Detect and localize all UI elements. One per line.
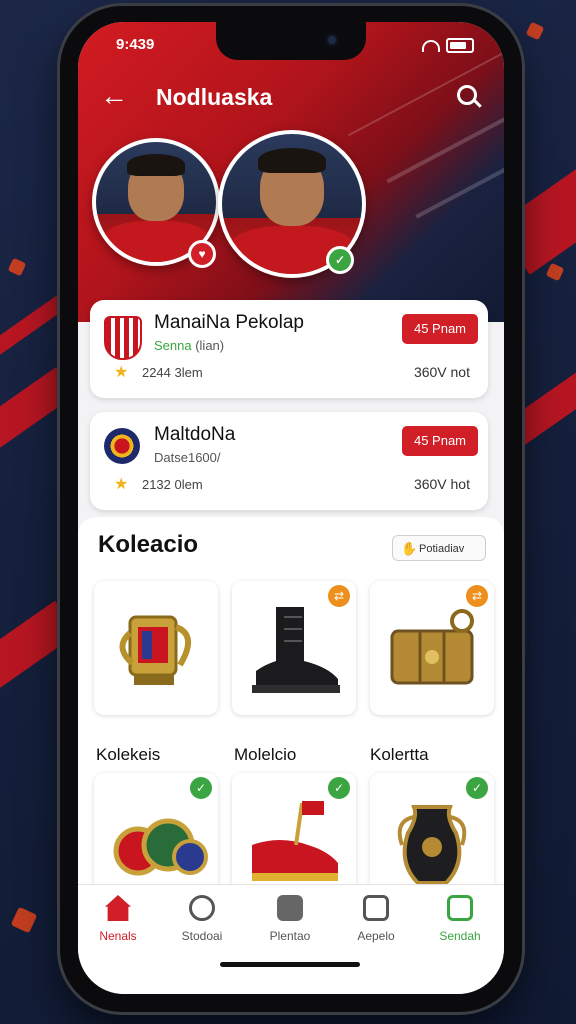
club-subtitle-suffix: (lian) bbox=[195, 338, 225, 353]
phone-frame: 9:439 ← Nodluaska ♥ ✓ ManaiNa Pekolap Se… bbox=[60, 6, 522, 1012]
tab-label: Stodoai bbox=[181, 929, 223, 943]
app-screen: 9:439 ← Nodluaska ♥ ✓ ManaiNa Pekolap Se… bbox=[78, 22, 504, 994]
back-button[interactable]: ← bbox=[98, 80, 130, 112]
badge-icon bbox=[189, 895, 215, 921]
avatar-hair bbox=[127, 154, 185, 176]
club-stat: ★ 2132 0lem bbox=[114, 474, 203, 494]
club-value: 360V hot bbox=[413, 476, 470, 492]
collection-item-label: Kolekeis bbox=[96, 745, 161, 764]
check-icon: ✓ bbox=[466, 777, 488, 799]
bg-decor bbox=[10, 906, 38, 934]
avatar-hair bbox=[258, 148, 326, 174]
club-action-button[interactable]: 45 Pnam bbox=[402, 426, 478, 456]
shop-icon bbox=[363, 895, 389, 921]
club-subtitle-suffix: 1600/ bbox=[187, 450, 221, 465]
search-button[interactable] bbox=[454, 82, 484, 112]
bg-decor bbox=[7, 257, 27, 277]
chart-icon bbox=[277, 895, 303, 921]
club-value: 360V not bbox=[413, 364, 470, 380]
bottom-tab-bar: Nenals Stodoai Plentao Aepelo Sendah bbox=[78, 884, 504, 994]
tab-plentao[interactable]: Plentao bbox=[250, 895, 330, 943]
club-subtitle: Senna (lian) bbox=[154, 338, 224, 353]
star-icon: ★ bbox=[114, 364, 129, 381]
badge-icon: ⇄ bbox=[328, 585, 350, 607]
home-indicator bbox=[220, 962, 360, 967]
tab-label: Sendah bbox=[439, 929, 481, 943]
club-stat-value: 2132 0lem bbox=[141, 477, 203, 492]
status-time: 9:439 bbox=[116, 36, 155, 53]
tab-label: Nenals bbox=[99, 929, 137, 943]
hero-decor bbox=[386, 104, 504, 184]
bg-decor bbox=[525, 21, 545, 41]
club-crest-icon bbox=[104, 428, 140, 464]
club-crest-icon bbox=[104, 316, 142, 360]
tab-label: Aepelo bbox=[357, 929, 395, 943]
club-stat: ★ 2244 3lem bbox=[114, 362, 203, 382]
collection-item-label: Kolertta bbox=[370, 745, 429, 764]
tab-stodoai[interactable]: Stodoai bbox=[162, 895, 242, 943]
club-subtitle: Datse1600/ bbox=[154, 450, 221, 465]
collection-filter-button[interactable]: ✋ Potiadiav bbox=[392, 535, 486, 561]
collection-section: Koleacio ✋ Potiadiav ⇄ ⇄ Kolekeis Molelc… bbox=[78, 517, 504, 917]
wifi-icon bbox=[422, 39, 440, 52]
hand-icon: ✋ bbox=[401, 541, 418, 556]
status-bar: 9:439 bbox=[116, 36, 474, 56]
tab-label: Plentao bbox=[269, 929, 311, 943]
collection-item[interactable]: ⇄ bbox=[232, 581, 356, 715]
tab-home[interactable]: Nenals bbox=[78, 895, 158, 943]
collection-item-label: Molelcio bbox=[234, 745, 297, 764]
star-icon: ★ bbox=[114, 476, 129, 493]
club-name: MaltdoNa bbox=[154, 424, 236, 445]
collection-item[interactable] bbox=[94, 581, 218, 715]
collection-title: Koleacio bbox=[98, 531, 199, 558]
collection-filter-label: Potiadiav bbox=[419, 543, 465, 555]
app-bar: ← Nodluaska bbox=[98, 80, 484, 116]
tab-aepelo[interactable]: Aepelo bbox=[336, 895, 416, 943]
badge-icon: ⇄ bbox=[466, 585, 488, 607]
tab-sendah[interactable]: Sendah bbox=[420, 895, 500, 943]
bg-decor bbox=[545, 262, 565, 282]
club-subtitle-prefix: Senna bbox=[154, 338, 192, 353]
club-stat-value: 2244 3lem bbox=[141, 365, 203, 380]
home-icon bbox=[105, 895, 131, 921]
bag-icon bbox=[447, 895, 473, 921]
club-card[interactable]: ManaiNa Pekolap Senna (lian) ★ 2244 3lem… bbox=[90, 300, 488, 398]
battery-icon bbox=[446, 38, 474, 53]
club-action-button[interactable]: 45 Pnam bbox=[402, 314, 478, 344]
club-card[interactable]: MaltdoNa Datse1600/ ★ 2132 0lem 45 Pnam … bbox=[90, 412, 488, 510]
club-name: ManaiNa Pekolap bbox=[154, 312, 304, 333]
collection-item[interactable]: ⇄ bbox=[370, 581, 494, 715]
status-icons bbox=[422, 38, 474, 53]
check-icon: ✓ bbox=[190, 777, 212, 799]
trophy-mug-icon bbox=[119, 615, 191, 685]
clubs-panel: ManaiNa Pekolap Senna (lian) ★ 2244 3lem… bbox=[90, 258, 488, 510]
check-icon: ✓ bbox=[328, 777, 350, 799]
club-subtitle-prefix: Datse bbox=[154, 450, 188, 465]
page-title: Nodluaska bbox=[156, 84, 273, 110]
arrow-left-icon: ← bbox=[100, 80, 128, 111]
